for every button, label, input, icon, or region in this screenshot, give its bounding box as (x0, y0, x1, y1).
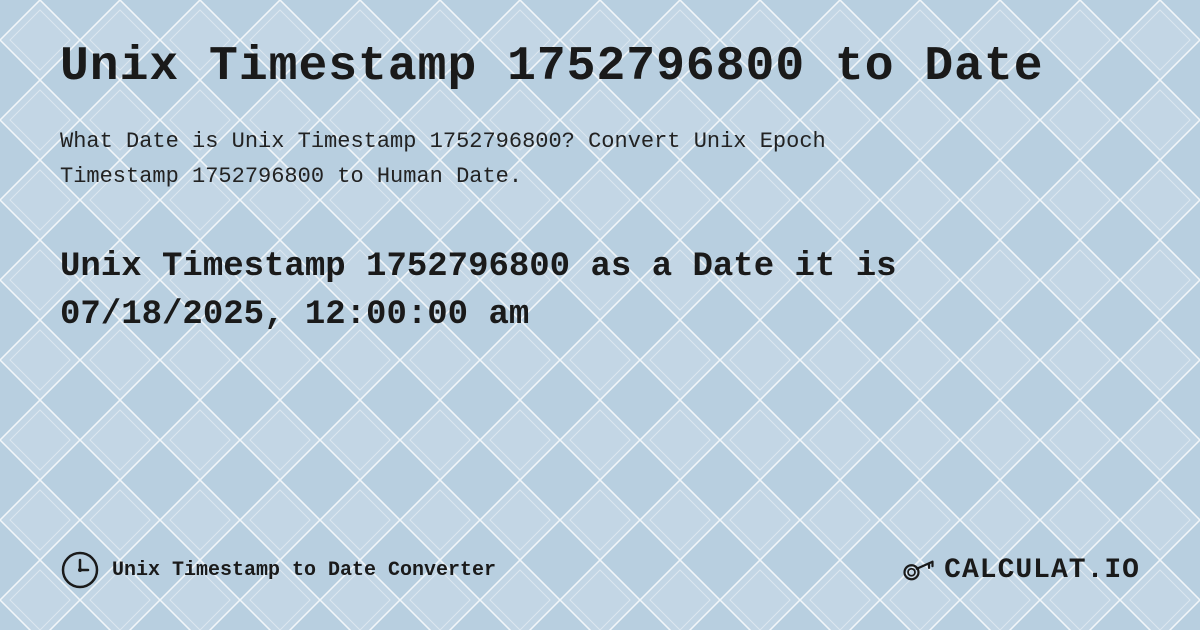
logo-text: CALCULAT.IO (944, 555, 1140, 586)
result-section: Unix Timestamp 1752796800 as a Date it i… (60, 244, 1140, 339)
logo-icon (901, 553, 936, 588)
logo-area: CALCULAT.IO (901, 553, 1140, 588)
clock-icon (60, 550, 100, 590)
page-title: Unix Timestamp 1752796800 to Date (60, 40, 1140, 94)
footer-label: Unix Timestamp to Date Converter (112, 559, 496, 582)
description-text: What Date is Unix Timestamp 1752796800? … (60, 124, 1140, 194)
footer-left: Unix Timestamp to Date Converter (60, 550, 496, 590)
footer: Unix Timestamp to Date Converter CALCULA… (60, 530, 1140, 590)
result-text: Unix Timestamp 1752796800 as a Date it i… (60, 244, 1140, 339)
